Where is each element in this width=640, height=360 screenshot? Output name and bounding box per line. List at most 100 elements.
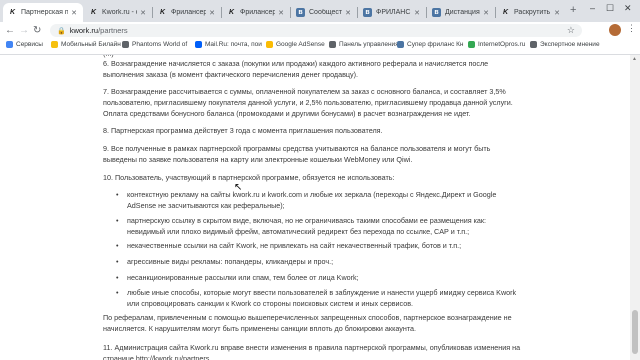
close-icon[interactable]: ✕ [483, 9, 489, 17]
reload-icon[interactable]: ↻ [33, 24, 41, 37]
tab-2[interactable]: K Фрилансер для С ✕ [153, 3, 221, 22]
apps-icon [6, 41, 13, 48]
bullet-icon: • [116, 288, 119, 297]
mouse-cursor-icon: ↖ [234, 182, 243, 193]
window-close-icon[interactable]: ✕ [624, 3, 632, 14]
list-item: • агрессивные виды рекламы: попандеры, кл… [115, 256, 517, 267]
tab-5[interactable]: в ФРИЛАНС (Ул ✕ [358, 3, 426, 22]
list-item: • партнерскую ссылку в скрытом виде, вклю… [115, 215, 517, 237]
tab-7[interactable]: K Раскрутить са ✕ [496, 3, 566, 22]
rule-6: 6. Вознаграждение начисляется с заказа (… [103, 59, 489, 79]
vk-icon: в [296, 8, 305, 17]
bookmark-star-icon[interactable]: ☆ [567, 25, 575, 36]
adsense-icon [266, 41, 273, 48]
menu-icon[interactable]: ⋮ [627, 23, 636, 34]
list-item-text: агрессивные виды рекламы: попандеры, кли… [127, 257, 334, 266]
tab-title: Фрилансер для С [171, 9, 207, 16]
penalty-note: По рефералам, привлеченным с помощью выш… [103, 313, 512, 333]
bookmark-item[interactable]: Панель управления [329, 41, 399, 48]
forward-icon[interactable]: → [19, 24, 29, 37]
rule-8: 8. Партнерская программа действует 3 год… [103, 126, 383, 135]
close-icon[interactable]: ✕ [71, 9, 77, 17]
url-path: /partners [98, 26, 128, 35]
kwork-icon: K [159, 9, 166, 16]
tab-title: Сообщества в [309, 9, 343, 16]
bookmark-item[interactable]: Мобильный Билайн [51, 41, 121, 48]
close-icon[interactable]: ✕ [209, 9, 215, 17]
page-icon [468, 41, 475, 48]
new-tab-icon[interactable]: + [570, 4, 576, 16]
page-scrollbar[interactable]: ▲ [630, 55, 640, 360]
bookmark-label: Панель управления [339, 41, 399, 48]
rule-10: 10. Пользователь, участвующий в партнерс… [103, 173, 395, 182]
list-item-text: несанкционированные рассылки или спам, т… [127, 273, 359, 282]
address-bar[interactable]: 🔒 kwork.ru/partners ☆ [50, 24, 582, 37]
minimize-icon[interactable]: – [590, 3, 595, 13]
tab-strip: K Партнерская прогр ✕ K Kwork.ru - фрила… [0, 0, 640, 22]
bookmark-label: Мобильный Билайн [61, 41, 121, 48]
tab-title: ФРИЛАНС (Ул [376, 9, 411, 16]
bookmark-label: Phantoms World of [132, 41, 188, 48]
kwork-icon: K [228, 9, 235, 16]
bullet-icon: • [116, 257, 119, 266]
bookmark-label: Mail.Ru: почта, пои [205, 41, 262, 48]
list-item-text: контекстную рекламу на сайты kwork.ru и … [127, 190, 497, 210]
back-icon[interactable]: ← [5, 24, 15, 37]
address-url: kwork.ru/partners [70, 26, 128, 35]
profile-avatar[interactable] [609, 24, 621, 36]
tab-title: Kwork.ru - фрилан [102, 9, 137, 16]
bookmark-item[interactable]: Phantoms World of [122, 41, 187, 48]
scroll-up-icon[interactable]: ▲ [632, 56, 637, 62]
url-domain: kwork.ru [69, 26, 99, 35]
bookmark-item[interactable]: Сервисы [6, 41, 43, 48]
browser-toolbar: ← → ↻ 🔒 kwork.ru/partners ☆ [0, 22, 640, 39]
bookmark-label: Супер фриланс Кн [407, 41, 464, 48]
beeline-icon [51, 41, 58, 48]
bookmark-item[interactable]: InternetOpros.ru [468, 41, 525, 48]
close-icon[interactable]: ✕ [278, 9, 284, 17]
tab-title: Раскрутить са [514, 9, 551, 16]
rule-7: 7. Вознаграждение рассчитывается с суммы… [103, 87, 513, 118]
list-item-text: некачественные ссылки на сайт Kwork, не … [127, 241, 462, 250]
mailru-icon [195, 41, 202, 48]
vk-icon: в [363, 8, 372, 17]
bullet-icon: • [116, 241, 119, 250]
list-item: • несанкционированные рассылки или спам, … [115, 272, 517, 283]
scrollbar-thumb[interactable] [632, 310, 638, 354]
maximize-icon[interactable]: ☐ [606, 3, 614, 14]
bookmark-label: Google AdSense [276, 41, 325, 48]
bookmark-item[interactable]: Mail.Ru: почта, пои [195, 41, 262, 48]
tab-6[interactable]: в Дистанция. Ф ✕ [427, 3, 495, 22]
bookmarks-bar: Сервисы Мобильный Билайн Phantoms World … [0, 39, 640, 55]
vk-icon: в [432, 8, 441, 17]
close-icon[interactable]: ✕ [554, 9, 560, 17]
tab-1[interactable]: K Kwork.ru - фрилан ✕ [84, 3, 152, 22]
rule-11: 11. Администрация сайта Kwork.ru вправе … [103, 343, 521, 360]
tab-4[interactable]: в Сообщества в ✕ [291, 3, 357, 22]
close-icon[interactable]: ✕ [345, 9, 351, 17]
page-icon [329, 41, 336, 48]
rule-9: 9. Все полученные в рамках партнерской п… [103, 144, 491, 164]
list-item: • некачественные ссылки на сайт Kwork, не… [115, 240, 517, 251]
lock-icon: 🔒 [57, 27, 66, 35]
kwork-icon: K [502, 9, 509, 16]
bookmark-label: Сервисы [16, 41, 43, 48]
vk-icon [397, 41, 404, 48]
tab-0[interactable]: K Партнерская прогр ✕ [3, 3, 83, 22]
bookmark-item[interactable]: Google AdSense [266, 41, 325, 48]
tab-title: Дистанция. Ф [445, 9, 481, 16]
tab-title: Фрилансер Ст [240, 9, 276, 16]
list-item: • любые иные способы, которые могут ввест… [115, 287, 517, 309]
close-icon[interactable]: ✕ [140, 9, 146, 17]
page-icon [530, 41, 537, 48]
kwork-icon: K [9, 9, 16, 16]
bookmark-item[interactable]: Экспертное мнение [530, 41, 600, 48]
tab-3[interactable]: K Фрилансер Ст ✕ [222, 3, 290, 22]
list-item-text: любые иные способы, которые могут ввести… [127, 288, 517, 308]
page-content: (...) 6. Вознаграждение начисляется с за… [0, 55, 627, 360]
bullet-icon: • [116, 273, 119, 282]
close-icon[interactable]: ✕ [414, 9, 420, 17]
kwork-icon: K [90, 9, 97, 16]
page-icon [122, 41, 129, 48]
bookmark-item[interactable]: Супер фриланс Кн [397, 41, 464, 48]
